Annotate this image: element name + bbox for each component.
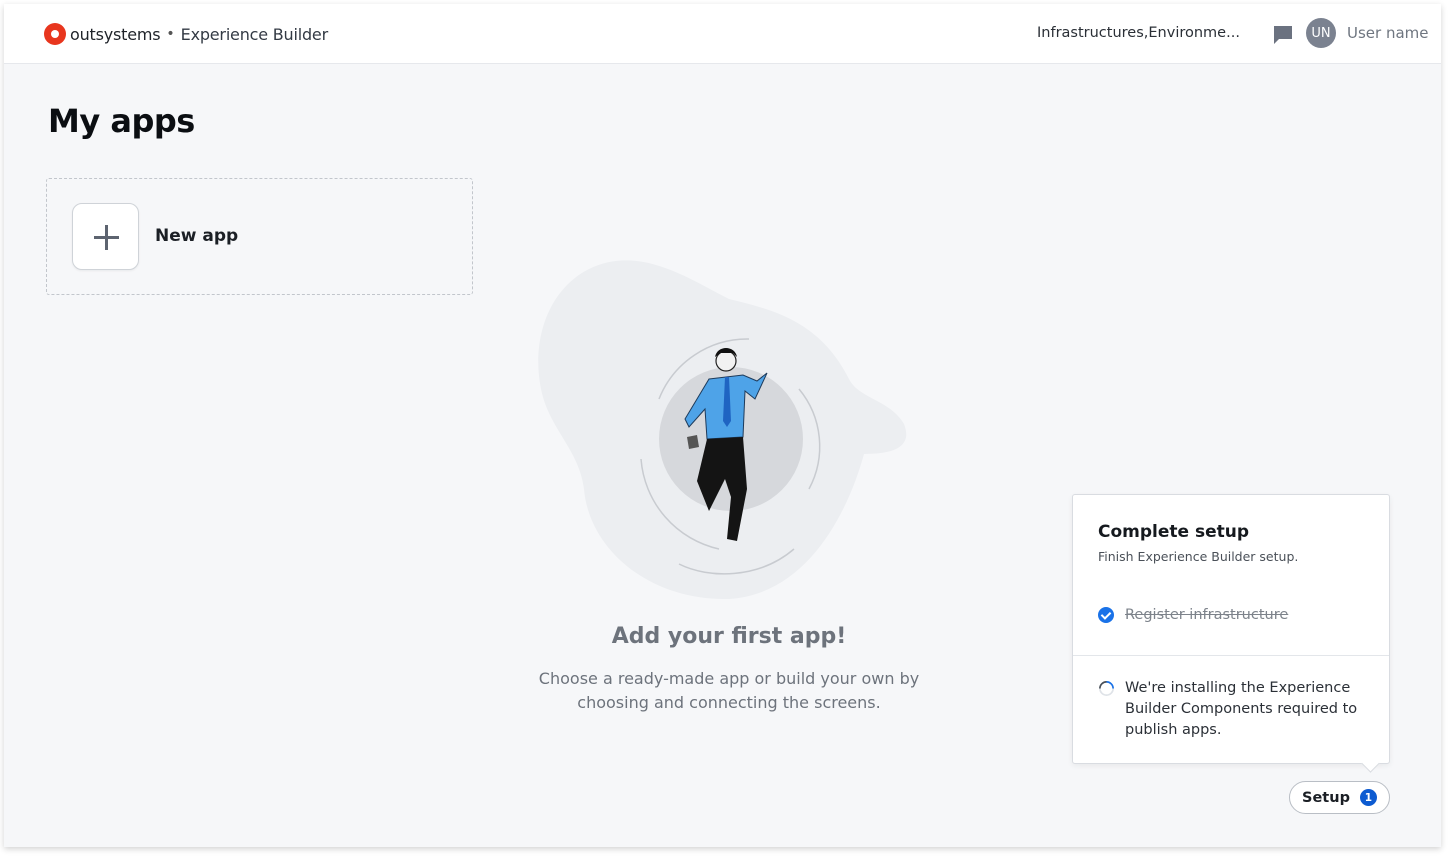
empty-state-title: Add your first app! — [611, 624, 847, 649]
page-title: My apps — [48, 102, 195, 140]
brand-name: outsystems — [70, 24, 161, 44]
plus-icon[interactable] — [72, 203, 139, 270]
setup-step-label: Register infrastructure — [1125, 607, 1289, 623]
setup-button-label: Setup — [1302, 789, 1350, 806]
app-window: outsystems • Experience Builder Infrastr… — [4, 4, 1441, 847]
setup-panel-title: Complete setup — [1098, 522, 1250, 542]
empty-state-subtitle: Choose a ready-made app or build your ow… — [538, 669, 920, 712]
setup-step-installing: We're installing the Experience Builder … — [1098, 678, 1365, 741]
new-app-card[interactable]: New app — [46, 178, 473, 295]
product-name: Experience Builder — [180, 24, 329, 44]
setup-panel: Complete setup Finish Experience Builder… — [1072, 494, 1390, 764]
brand-separator: • — [166, 26, 175, 42]
new-app-label: New app — [155, 226, 239, 246]
outsystems-logo-icon — [44, 23, 66, 45]
setup-badge: 1 — [1359, 789, 1377, 806]
username[interactable]: User name — [1347, 24, 1429, 42]
empty-state-illustration — [538, 260, 907, 600]
avatar[interactable]: UN — [1306, 18, 1336, 48]
check-circle-icon — [1098, 607, 1114, 623]
brand-logo[interactable]: outsystems • Experience Builder — [44, 23, 328, 45]
setup-button[interactable]: Setup 1 — [1289, 781, 1390, 814]
spinner-icon — [1099, 681, 1114, 696]
divider — [1073, 655, 1389, 656]
top-header: outsystems • Experience Builder Infrastr… — [4, 4, 1441, 64]
setup-step-label: We're installing the Experience Builder … — [1125, 680, 1358, 738]
setup-step-register: Register infrastructure — [1098, 607, 1288, 623]
setup-panel-subtitle: Finish Experience Builder setup. — [1098, 549, 1299, 564]
environment-selector[interactable]: Infrastructures,Environme... — [1037, 25, 1240, 41]
chat-icon[interactable] — [1272, 24, 1294, 46]
